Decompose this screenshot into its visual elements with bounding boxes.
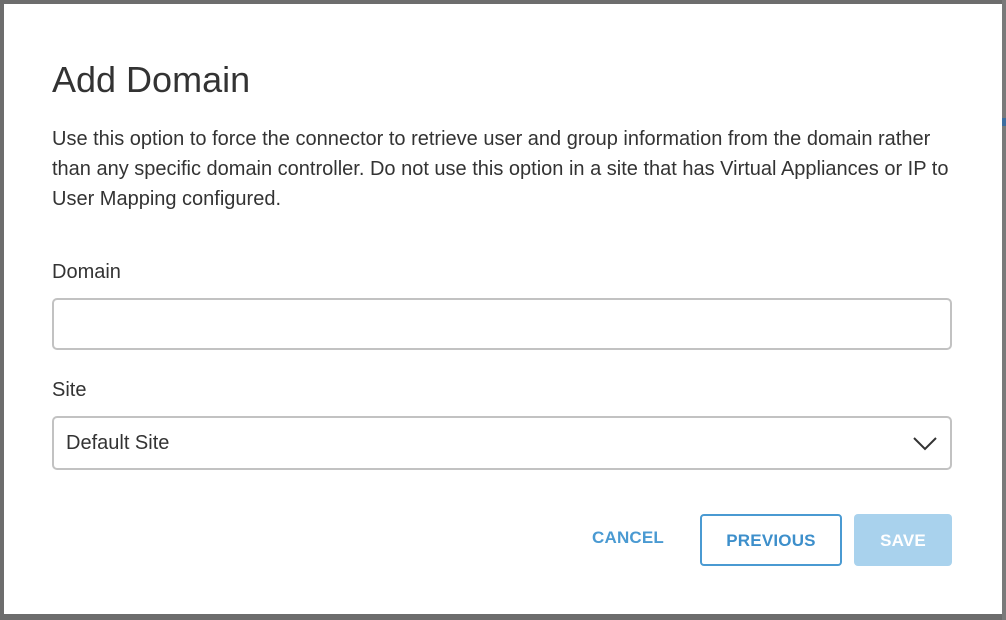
background-app-header-bar [1002,118,1006,126]
background-app [1002,0,1006,620]
site-label: Site [52,379,87,401]
previous-button[interactable]: PREVIOUS [700,514,842,566]
cancel-button[interactable]: CANCEL [578,522,678,552]
site-select-value: Default Site [66,432,170,454]
dialog-description: Use this option to force the connector t… [52,128,949,210]
domain-input[interactable] [52,298,952,350]
dialog-title: Add Domain [52,59,251,100]
domain-label: Domain [52,261,121,283]
chevron-down-icon [913,437,937,451]
save-button[interactable]: SAVE [854,514,952,566]
add-domain-dialog: Add Domain Use this option to force the … [4,4,1002,614]
site-select[interactable]: Default Site [52,416,952,470]
